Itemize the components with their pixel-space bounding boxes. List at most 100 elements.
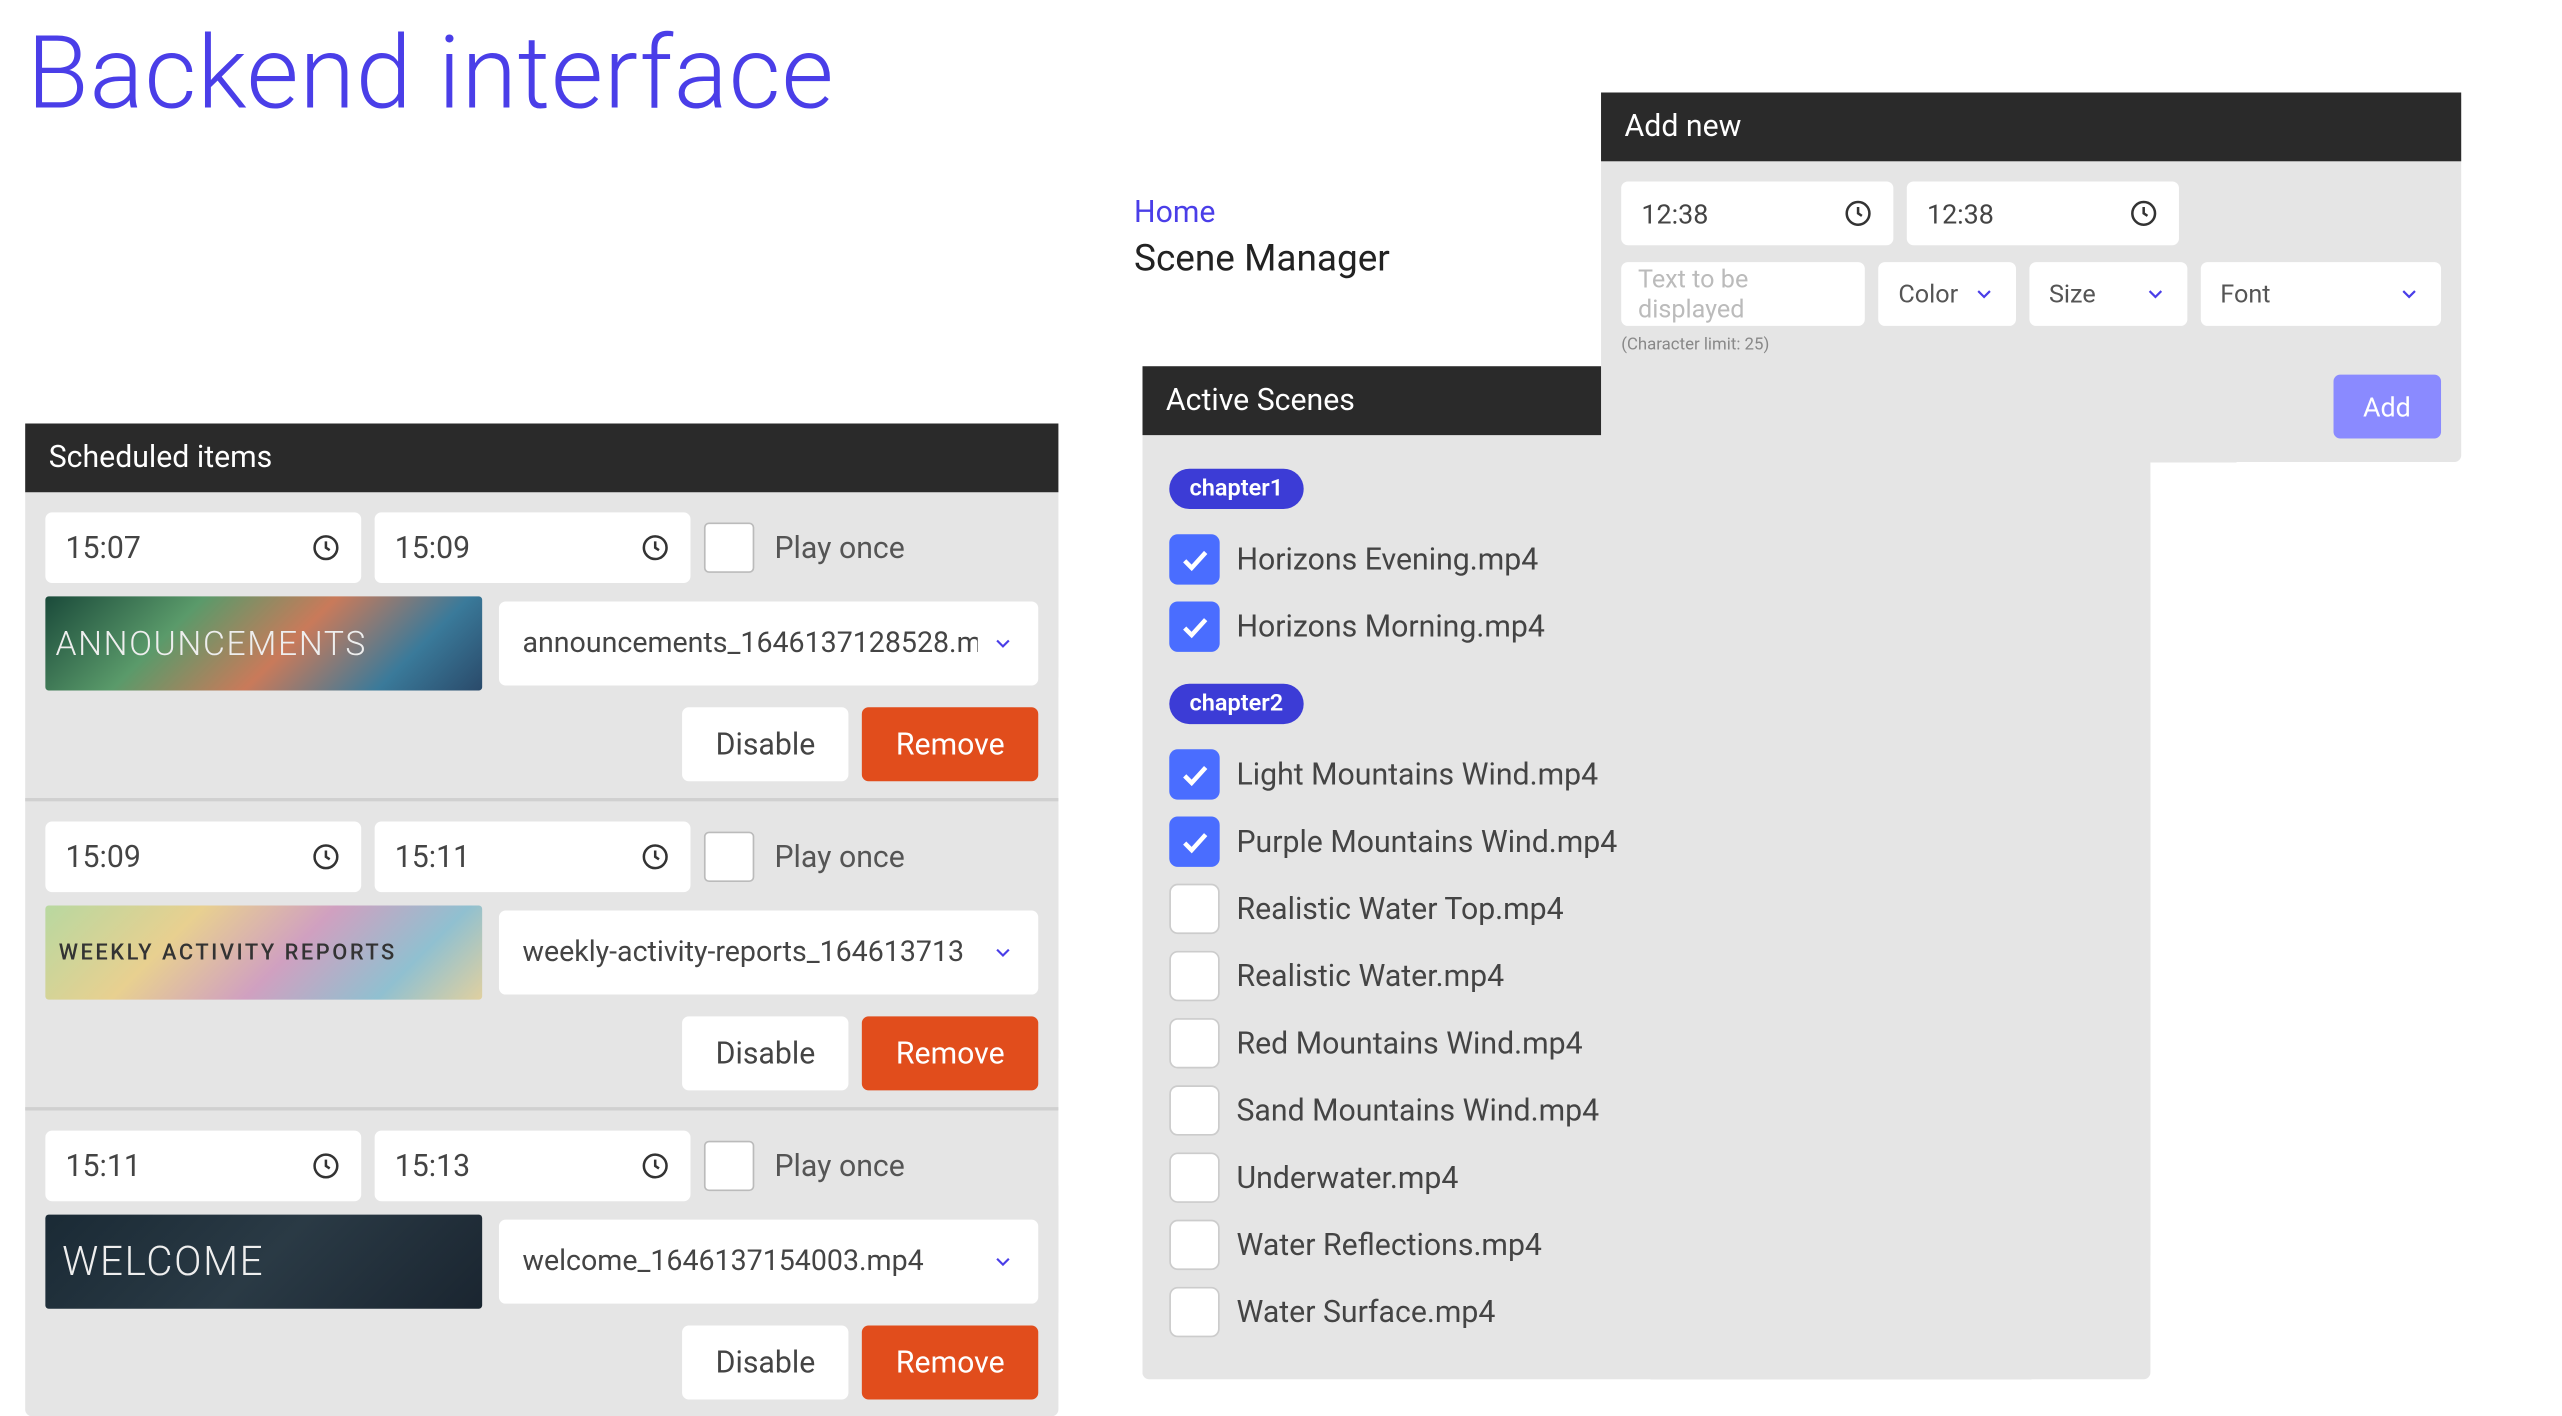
select-label: Color (1898, 279, 1958, 309)
remove-button[interactable]: Remove (862, 1326, 1038, 1400)
thumbnail-text: WEEKLY ACTIVITY REPORTS (59, 940, 397, 965)
scene-checkbox[interactable] (1169, 534, 1219, 584)
scene-checkbox[interactable] (1169, 1220, 1219, 1270)
disable-button[interactable]: Disable (682, 707, 849, 781)
file-select[interactable]: announcements_1646137128528.m (499, 601, 1038, 685)
play-once-label: Play once (774, 1148, 904, 1183)
disable-button[interactable]: Disable (682, 1326, 849, 1400)
scene-item: Water Surface.mp4 (1169, 1278, 2123, 1345)
clock-icon (640, 1151, 670, 1181)
chevron-down-icon (991, 1250, 1015, 1274)
scheduled-items-header: Scheduled items (25, 423, 1058, 492)
scheduled-item: 15:07 15:09 Play once ANNOUNCEMENTS anno… (25, 492, 1058, 801)
time-value: 15:13 (395, 1148, 470, 1183)
addnew-time-end[interactable]: 12:38 (1907, 181, 2179, 245)
active-scenes-panel: Active Scenes chapter1 Horizons Evening.… (1142, 366, 2150, 1379)
scene-item: Light Mountains Wind.mp4 (1169, 741, 2123, 808)
scene-checkbox[interactable] (1169, 1018, 1219, 1068)
thumbnail-text: WELCOME (62, 1238, 264, 1285)
scene-name: Realistic Water Top.mp4 (1236, 891, 1563, 926)
clock-icon (640, 842, 670, 872)
play-once-checkbox[interactable] (704, 522, 754, 572)
chevron-down-icon (1972, 282, 1996, 306)
scene-item: Realistic Water Top.mp4 (1169, 875, 2123, 942)
breadcrumb: Home (1134, 195, 1215, 230)
scene-manager-title: Scene Manager (1134, 239, 1390, 281)
scene-name: Water Reflections.mp4 (1236, 1227, 1541, 1262)
scene-item: Horizons Evening.mp4 (1169, 526, 2123, 593)
chevron-down-icon (2397, 282, 2421, 306)
scene-item: Horizons Morning.mp4 (1169, 593, 2123, 660)
scene-checkbox[interactable] (1169, 951, 1219, 1001)
chevron-down-icon (991, 941, 1015, 965)
scheduled-item: 15:09 15:11 Play once WEEKLY ACTIVITY RE… (25, 801, 1058, 1110)
scene-checkbox[interactable] (1169, 749, 1219, 799)
start-time-input[interactable]: 15:07 (45, 512, 361, 583)
time-value: 12:38 (1641, 197, 1708, 229)
time-value: 15:11 (395, 839, 470, 874)
scene-checkbox[interactable] (1169, 884, 1219, 934)
thumbnail: WEEKLY ACTIVITY REPORTS (45, 906, 482, 1000)
scene-item: Purple Mountains Wind.mp4 (1169, 808, 2123, 875)
file-name: announcements_1646137128528.m (522, 627, 977, 661)
thumbnail-text: ANNOUNCEMENTS (55, 623, 367, 663)
scene-name: Water Surface.mp4 (1236, 1294, 1495, 1329)
time-value: 12:38 (1927, 197, 1994, 229)
clock-icon (311, 1151, 341, 1181)
clock-icon (1843, 198, 1873, 228)
play-once-checkbox[interactable] (704, 832, 754, 882)
scene-checkbox[interactable] (1169, 1287, 1219, 1337)
select-label: Font (2220, 279, 2270, 309)
thumbnail: ANNOUNCEMENTS (45, 596, 482, 690)
addnew-time-start[interactable]: 12:38 (1621, 181, 1893, 245)
breadcrumb-home-link[interactable]: Home (1134, 195, 1215, 230)
scene-item: Sand Mountains Wind.mp4 (1169, 1077, 2123, 1144)
addnew-size-select[interactable]: Size (2029, 262, 2187, 326)
file-select[interactable]: weekly-activity-reports_164613713 (499, 911, 1038, 995)
char-limit-note: (Character limit: 25) (1621, 336, 2441, 354)
end-time-input[interactable]: 15:13 (375, 1131, 691, 1202)
addnew-color-select[interactable]: Color (1878, 262, 2015, 326)
play-once-checkbox[interactable] (704, 1141, 754, 1191)
file-name: weekly-activity-reports_164613713 (522, 936, 964, 970)
addnew-text-input[interactable]: Text to be displayed (1621, 262, 1865, 326)
scene-checkbox[interactable] (1169, 1152, 1219, 1202)
clock-icon (2129, 198, 2159, 228)
scene-name: Sand Mountains Wind.mp4 (1236, 1093, 1599, 1128)
select-label: Size (2049, 279, 2096, 309)
play-once-label: Play once (774, 530, 904, 565)
file-select[interactable]: welcome_1646137154003.mp4 (499, 1220, 1038, 1304)
scene-name: Horizons Morning.mp4 (1236, 609, 1544, 644)
end-time-input[interactable]: 15:09 (375, 512, 691, 583)
time-value: 15:07 (66, 530, 141, 565)
placeholder-text: Text to be displayed (1638, 264, 1848, 324)
remove-button[interactable]: Remove (862, 1016, 1038, 1090)
play-once-label: Play once (774, 839, 904, 874)
scene-name: Purple Mountains Wind.mp4 (1236, 824, 1617, 859)
scene-checkbox[interactable] (1169, 601, 1219, 651)
scene-item: Realistic Water.mp4 (1169, 942, 2123, 1009)
scene-item: Underwater.mp4 (1169, 1144, 2123, 1211)
end-time-input[interactable]: 15:11 (375, 822, 691, 893)
file-name: welcome_1646137154003.mp4 (522, 1245, 923, 1279)
chevron-down-icon (991, 632, 1015, 656)
chapter-badge[interactable]: chapter1 (1169, 469, 1303, 509)
remove-button[interactable]: Remove (862, 707, 1038, 781)
start-time-input[interactable]: 15:09 (45, 822, 361, 893)
chevron-down-icon (2143, 282, 2167, 306)
add-button[interactable]: Add (2333, 375, 2441, 439)
disable-button[interactable]: Disable (682, 1016, 849, 1090)
scene-name: Underwater.mp4 (1236, 1160, 1458, 1195)
scheduled-item: 15:11 15:13 Play once WELCOME welcome_16… (25, 1110, 1058, 1416)
thumbnail: WELCOME (45, 1215, 482, 1309)
addnew-font-select[interactable]: Font (2200, 262, 2441, 326)
scene-item: Red Mountains Wind.mp4 (1169, 1010, 2123, 1077)
start-time-input[interactable]: 15:11 (45, 1131, 361, 1202)
scene-checkbox[interactable] (1169, 1085, 1219, 1135)
scene-item: Water Reflections.mp4 (1169, 1211, 2123, 1278)
chapter-badge[interactable]: chapter2 (1169, 684, 1303, 724)
time-value: 15:09 (66, 839, 141, 874)
clock-icon (311, 842, 341, 872)
scene-checkbox[interactable] (1169, 816, 1219, 866)
time-value: 15:11 (66, 1148, 141, 1183)
